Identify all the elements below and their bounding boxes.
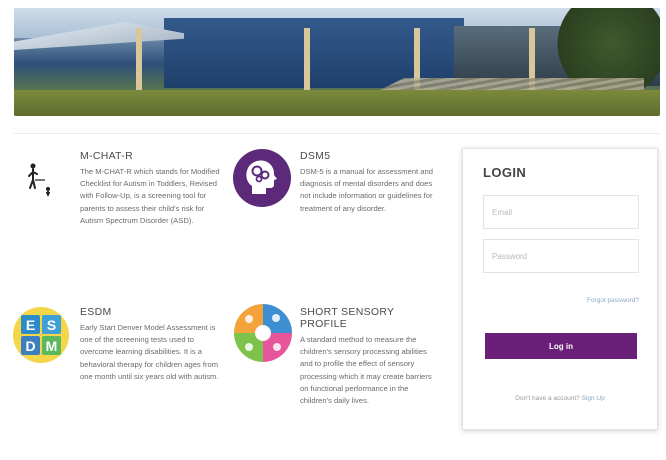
feature-description: A standard method to measure the childre…	[300, 335, 432, 406]
password-field[interactable]	[483, 239, 639, 273]
feature-title: DSM5	[300, 150, 331, 162]
svg-text:S: S	[47, 317, 56, 333]
feature-description: The M-CHAT-R which stands for Modified C…	[80, 167, 220, 225]
feature-description: Early Start Denver Model Assessment is o…	[80, 323, 219, 381]
child-figure-icon	[22, 160, 62, 200]
sensory-profile-icon	[232, 302, 294, 364]
feature-mchat: M-CHAT-R The M-CHAT-R which stands for M…	[80, 150, 220, 227]
feature-description: DSM-5 is a manual for assessment and dia…	[300, 167, 433, 213]
svg-text:D: D	[25, 338, 35, 354]
svg-text:M: M	[46, 338, 58, 354]
login-button[interactable]: Log in	[485, 333, 637, 359]
head-gears-icon	[232, 148, 292, 208]
feature-title: SHORT SENSORY PROFILE	[300, 306, 395, 330]
feature-title: ESDM	[80, 306, 112, 318]
signup-prompt-text: Don't have a account?	[515, 395, 580, 402]
signup-prompt: Don't have a account? Sign Up	[463, 395, 657, 402]
feature-title: M-CHAT-R	[80, 150, 133, 162]
hero-banner-photo	[14, 8, 660, 116]
forgot-password-link[interactable]: Forgot password?	[587, 297, 639, 304]
section-divider	[14, 133, 660, 134]
feature-dsm5: DSM5 DSM-5 is a manual for assessment an…	[300, 150, 440, 215]
esdm-logo-icon: E S D M	[12, 306, 70, 364]
login-card: LOGIN Forgot password? Log in Don't have…	[462, 148, 658, 430]
signup-link[interactable]: Sign Up	[582, 395, 605, 402]
feature-esdm: ESDM Early Start Denver Model Assessment…	[80, 306, 220, 383]
feature-short-sensory-profile: SHORT SENSORY PROFILE A standard method …	[300, 306, 440, 407]
email-field[interactable]	[483, 195, 639, 229]
svg-text:E: E	[26, 317, 35, 333]
login-heading: LOGIN	[483, 165, 527, 180]
